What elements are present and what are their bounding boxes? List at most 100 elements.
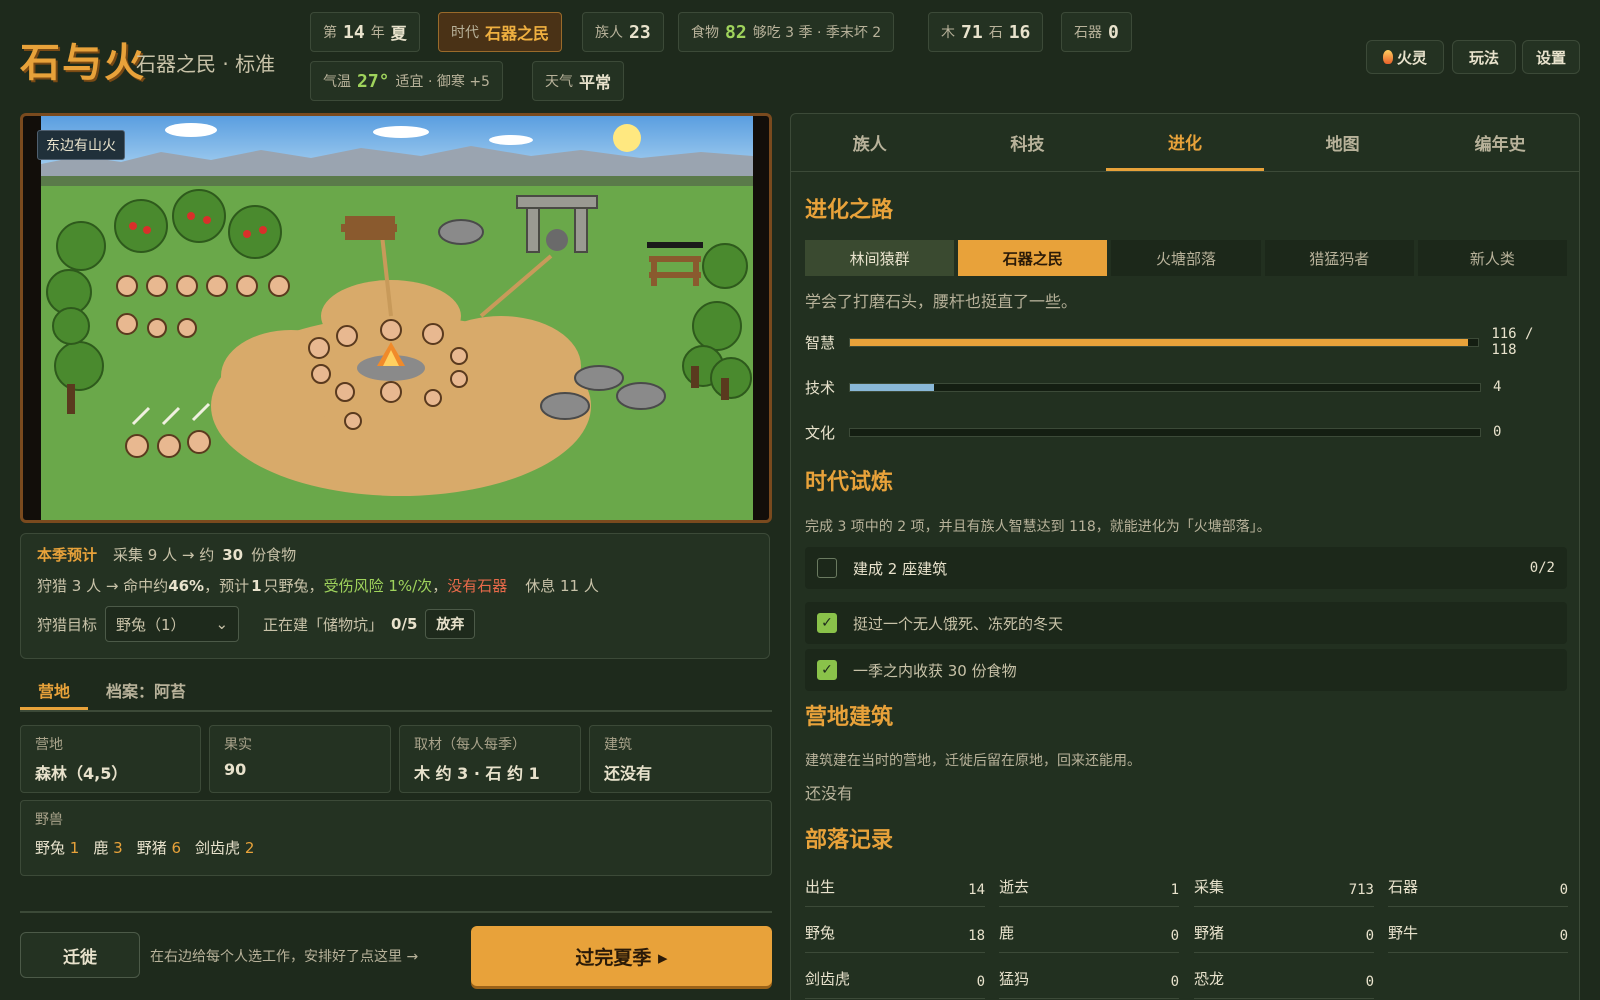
- record-item: 野猪 0: [1194, 913, 1374, 953]
- evolution-step: 火塘部落: [1111, 240, 1261, 276]
- weather-value: 平常: [579, 73, 612, 92]
- season-value: 夏: [390, 24, 407, 43]
- trial-item: ✓ 挺过一个无人饿死、冻死的冬天: [805, 602, 1567, 644]
- record-item: 野兔 18: [805, 913, 985, 953]
- food-note: 够吃 3 季 · 季末坏 2: [752, 25, 882, 41]
- record-item: 鹿0: [999, 913, 1179, 953]
- tab-tribe[interactable]: 族人: [791, 114, 949, 171]
- footer-hint: 在右边给每个人选工作，安排好了点这里 →: [150, 949, 419, 965]
- record-item: 石器 0: [1388, 867, 1568, 907]
- buildings-empty: 还没有: [805, 784, 854, 803]
- camp-scene[interactable]: 东边有山火: [20, 113, 772, 523]
- tools-value: 0: [1108, 21, 1119, 43]
- year-value: 14: [343, 21, 365, 43]
- game-logo: 石与火: [20, 39, 146, 86]
- game-subtitle: 石器之民 · 标准: [136, 52, 276, 76]
- era-value: 石器之民: [485, 24, 550, 43]
- trials-desc: 完成 3 项中的 2 项，并且有族人智慧达到 118，就能进化为「火塘部落」。: [805, 519, 1271, 535]
- end-season-button[interactable]: 过完夏季 ▸: [471, 926, 772, 986]
- record-item: 野牛 0: [1388, 913, 1568, 953]
- evolution-path: 林间猿群 石器之民 火塘部落 猎猛犸者 新人类: [805, 240, 1568, 276]
- beasts-panel: 野兽 野兔 1 鹿 3 野猪 6 剑齿虎 2: [20, 800, 772, 876]
- record-item: 采集 713: [1194, 867, 1374, 907]
- tab-tech[interactable]: 科技: [949, 114, 1107, 171]
- wisdom-bar-fill: [849, 338, 1468, 346]
- evolution-step: 新人类: [1417, 240, 1568, 276]
- camp-scene-art: [41, 116, 753, 520]
- record-item: 恐龙 0: [1194, 959, 1374, 999]
- left-tabs: 营地 档案：阿苔: [20, 672, 772, 712]
- stone-value: 16: [1008, 21, 1031, 43]
- record-item: 出生 14: [805, 867, 985, 907]
- forecast-title: 本季预计: [37, 546, 98, 564]
- rest-count: 休息 11 人: [525, 577, 599, 595]
- era-stat: 时代 石器之民: [438, 12, 563, 52]
- fruit-card: 果实 90: [209, 725, 391, 793]
- building-progress: 0/5: [391, 615, 418, 633]
- tech-bar: 技术 4: [805, 378, 1502, 397]
- weather-stat: 天气 平常: [532, 61, 625, 101]
- record-item: 猛犸 0: [999, 959, 1179, 999]
- divider: [20, 911, 772, 913]
- check-icon: ✓: [817, 613, 837, 633]
- records-title: 部落记录: [805, 827, 894, 853]
- tab-profile[interactable]: 档案：阿苔: [88, 672, 204, 710]
- record-item: 剑齿虎 0: [805, 959, 985, 999]
- hunt-target-select[interactable]: 野兔（1） ⌄: [105, 606, 240, 642]
- tab-map[interactable]: 地图: [1264, 114, 1422, 171]
- settings-button[interactable]: 设置: [1522, 40, 1580, 74]
- population-value: 23: [629, 21, 651, 43]
- injury-risk: 受伤风险 1%/次: [323, 577, 433, 595]
- temperature-value: 27°: [357, 70, 390, 92]
- wood-value: 71: [961, 21, 983, 43]
- trials-title: 时代试炼: [805, 469, 894, 495]
- temperature-note: 适宜 · 御寒 +5: [395, 74, 490, 90]
- scene-event-label: 东边有山火: [37, 130, 125, 160]
- season-forecast-panel: 本季预计 采集 9 人 → 约 30 份食物 狩猎 3 人 → 命中约 46% ，预计 1…: [20, 533, 770, 659]
- materials-card: 取材（每人每季）木 约 3 · 石 约 1: [399, 725, 581, 793]
- buildings-card: 建筑 还没有: [589, 725, 772, 793]
- buildings-desc: 建筑建在当时的营地，迁徙后留在原地，回来还能用。: [805, 753, 1141, 769]
- evolution-desc: 学会了打磨石头，腰杆也挺直了一些。: [805, 292, 1078, 311]
- record-item: 逝去 1: [999, 867, 1179, 907]
- evolution-step: 猎猛犸者: [1264, 240, 1414, 276]
- population-stat: 族人 23: [582, 12, 664, 52]
- tools-stat: 石器 0: [1061, 12, 1132, 52]
- buildings-title: 营地建筑: [805, 704, 894, 730]
- beast-item: 野猪 6: [136, 839, 182, 857]
- evolution-step: 林间猿群: [805, 240, 955, 276]
- food-value: 82: [725, 21, 747, 43]
- abandon-building-button[interactable]: 放弃: [425, 609, 476, 639]
- migrate-button[interactable]: 迁徙: [20, 932, 140, 978]
- evolution-title: 进化之路: [805, 197, 894, 223]
- rules-button[interactable]: 玩法: [1452, 40, 1516, 74]
- no-tools-warning: 没有石器: [447, 577, 508, 595]
- fire-spirit-button[interactable]: 火灵: [1366, 40, 1444, 74]
- right-panel: 族人 科技 进化 地图 编年史 进化之路 林间猿群 石器之民 火塘部落 猎猛犸者…: [790, 113, 1580, 1000]
- building-status: 正在建「储物坑」: [263, 615, 384, 634]
- camp-location-card: 营地 森林（4,5）: [20, 725, 201, 793]
- tab-evolution[interactable]: 进化: [1106, 114, 1264, 171]
- check-icon: ✓: [817, 660, 837, 680]
- year-stat: 第 14 年 夏: [310, 12, 420, 52]
- materials-stat: 木 71 石 16: [928, 12, 1044, 52]
- trial-item: 建成 2 座建筑 0/2: [805, 547, 1567, 589]
- hit-chance-value: 46%: [168, 576, 205, 595]
- beast-item: 野兔 1: [35, 839, 80, 857]
- temperature-stat: 气温 27° 适宜 · 御寒 +5: [310, 61, 503, 101]
- beast-item: 鹿 3: [93, 839, 123, 857]
- gather-food-value: 30: [222, 545, 244, 564]
- food-stat: 食物 82 够吃 3 季 · 季末坏 2: [678, 12, 895, 52]
- chevron-down-icon: ⌄: [215, 615, 229, 633]
- culture-bar: 文化 0: [805, 423, 1502, 442]
- right-tabs: 族人 科技 进化 地图 编年史: [791, 114, 1579, 172]
- tab-chronicle[interactable]: 编年史: [1421, 114, 1579, 171]
- trial-item: ✓ 一季之内收获 30 份食物: [805, 649, 1567, 691]
- checkbox-icon: [817, 558, 837, 578]
- wisdom-bar: 智慧 116 / 118: [805, 326, 1534, 358]
- evolution-step-current: 石器之民: [958, 240, 1108, 276]
- tech-bar-fill: [850, 383, 934, 391]
- flame-icon: [1382, 50, 1393, 64]
- tab-camp[interactable]: 营地: [20, 672, 89, 710]
- beast-item: 剑齿虎 2: [195, 839, 255, 857]
